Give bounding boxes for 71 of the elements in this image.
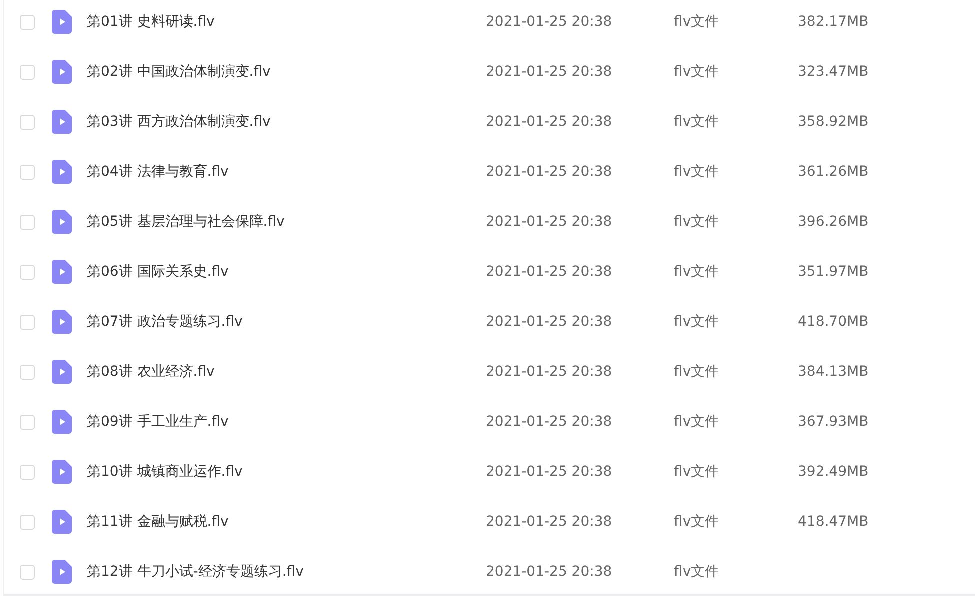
file-size: 351.97MB xyxy=(798,264,869,280)
file-name[interactable]: 第12讲 牛刀小试-经济专题练习.flv xyxy=(87,563,486,581)
file-type: flv文件 xyxy=(674,263,720,281)
file-size: 382.17MB xyxy=(798,14,869,30)
file-size: 323.47MB xyxy=(798,64,869,80)
file-type: flv文件 xyxy=(674,513,720,531)
file-size: 392.49MB xyxy=(798,464,869,480)
checkbox[interactable] xyxy=(20,314,35,330)
video-file-icon xyxy=(52,160,72,184)
checkbox[interactable] xyxy=(20,214,35,230)
file-name[interactable]: 第02讲 中国政治体制演变.flv xyxy=(87,63,486,81)
modified-date: 2021-01-25 20:38 xyxy=(486,14,614,30)
file-size: 384.13MB xyxy=(798,364,869,380)
modified-date: 2021-01-25 20:38 xyxy=(486,514,614,530)
modified-date: 2021-01-25 20:38 xyxy=(486,364,614,380)
checkbox[interactable] xyxy=(20,114,35,130)
video-file-icon xyxy=(52,60,72,84)
file-name[interactable]: 第06讲 国际关系史.flv xyxy=(87,263,486,281)
file-size: 358.92MB xyxy=(798,114,869,130)
file-size: 396.26MB xyxy=(798,214,869,230)
video-file-icon xyxy=(52,410,72,434)
checkbox[interactable] xyxy=(20,514,35,530)
file-name[interactable]: 第05讲 基层治理与社会保障.flv xyxy=(87,213,486,231)
file-type: flv文件 xyxy=(674,63,720,81)
modified-date: 2021-01-25 20:38 xyxy=(486,214,614,230)
file-type: flv文件 xyxy=(674,363,720,381)
video-file-icon xyxy=(52,310,72,334)
video-file-icon xyxy=(52,260,72,284)
modified-date: 2021-01-25 20:38 xyxy=(486,64,614,80)
video-file-icon xyxy=(52,560,72,584)
video-file-icon xyxy=(52,510,72,534)
file-size: 418.70MB xyxy=(798,314,869,330)
video-file-icon xyxy=(52,10,72,34)
file-type: flv文件 xyxy=(674,13,720,31)
modified-date: 2021-01-25 20:38 xyxy=(486,564,614,580)
modified-date: 2021-01-25 20:38 xyxy=(486,314,614,330)
checkbox[interactable] xyxy=(20,564,35,580)
video-file-icon xyxy=(52,360,72,384)
file-size: 367.93MB xyxy=(798,414,869,430)
file-type: flv文件 xyxy=(674,563,720,581)
checkbox[interactable] xyxy=(20,64,35,80)
checkbox[interactable] xyxy=(20,414,35,430)
video-file-icon xyxy=(52,110,72,134)
checkbox[interactable] xyxy=(20,364,35,380)
file-name[interactable]: 第07讲 政治专题练习.flv xyxy=(87,313,486,331)
file-name[interactable]: 第10讲 城镇商业运作.flv xyxy=(87,463,486,481)
file-type: flv文件 xyxy=(674,313,720,331)
video-file-icon xyxy=(52,210,72,234)
checkbox[interactable] xyxy=(20,164,35,180)
file-name[interactable]: 第08讲 农业经济.flv xyxy=(87,363,486,381)
file-type: flv文件 xyxy=(674,113,720,131)
checkbox[interactable] xyxy=(20,464,35,480)
file-name[interactable]: 第04讲 法律与教育.flv xyxy=(87,163,486,181)
modified-date: 2021-01-25 20:38 xyxy=(486,164,614,180)
file-name[interactable]: 第03讲 西方政治体制演变.flv xyxy=(87,113,486,131)
file-size: 418.47MB xyxy=(798,514,869,530)
modified-date: 2021-01-25 20:38 xyxy=(486,414,614,430)
file-type: flv文件 xyxy=(674,213,720,231)
modified-date: 2021-01-25 20:38 xyxy=(486,464,614,480)
modified-date: 2021-01-25 20:38 xyxy=(486,114,614,130)
file-name[interactable]: 第09讲 手工业生产.flv xyxy=(87,413,486,431)
file-size: 361.26MB xyxy=(798,164,869,180)
file-type: flv文件 xyxy=(674,413,720,431)
file-type: flv文件 xyxy=(674,163,720,181)
file-name[interactable]: 第11讲 金融与赋税.flv xyxy=(87,513,486,531)
checkbox[interactable] xyxy=(20,14,35,30)
modified-date: 2021-01-25 20:38 xyxy=(486,264,614,280)
file-type: flv文件 xyxy=(674,463,720,481)
checkbox[interactable] xyxy=(20,264,35,280)
video-file-icon xyxy=(52,460,72,484)
file-name[interactable]: 第01讲 史料研读.flv xyxy=(87,13,486,31)
